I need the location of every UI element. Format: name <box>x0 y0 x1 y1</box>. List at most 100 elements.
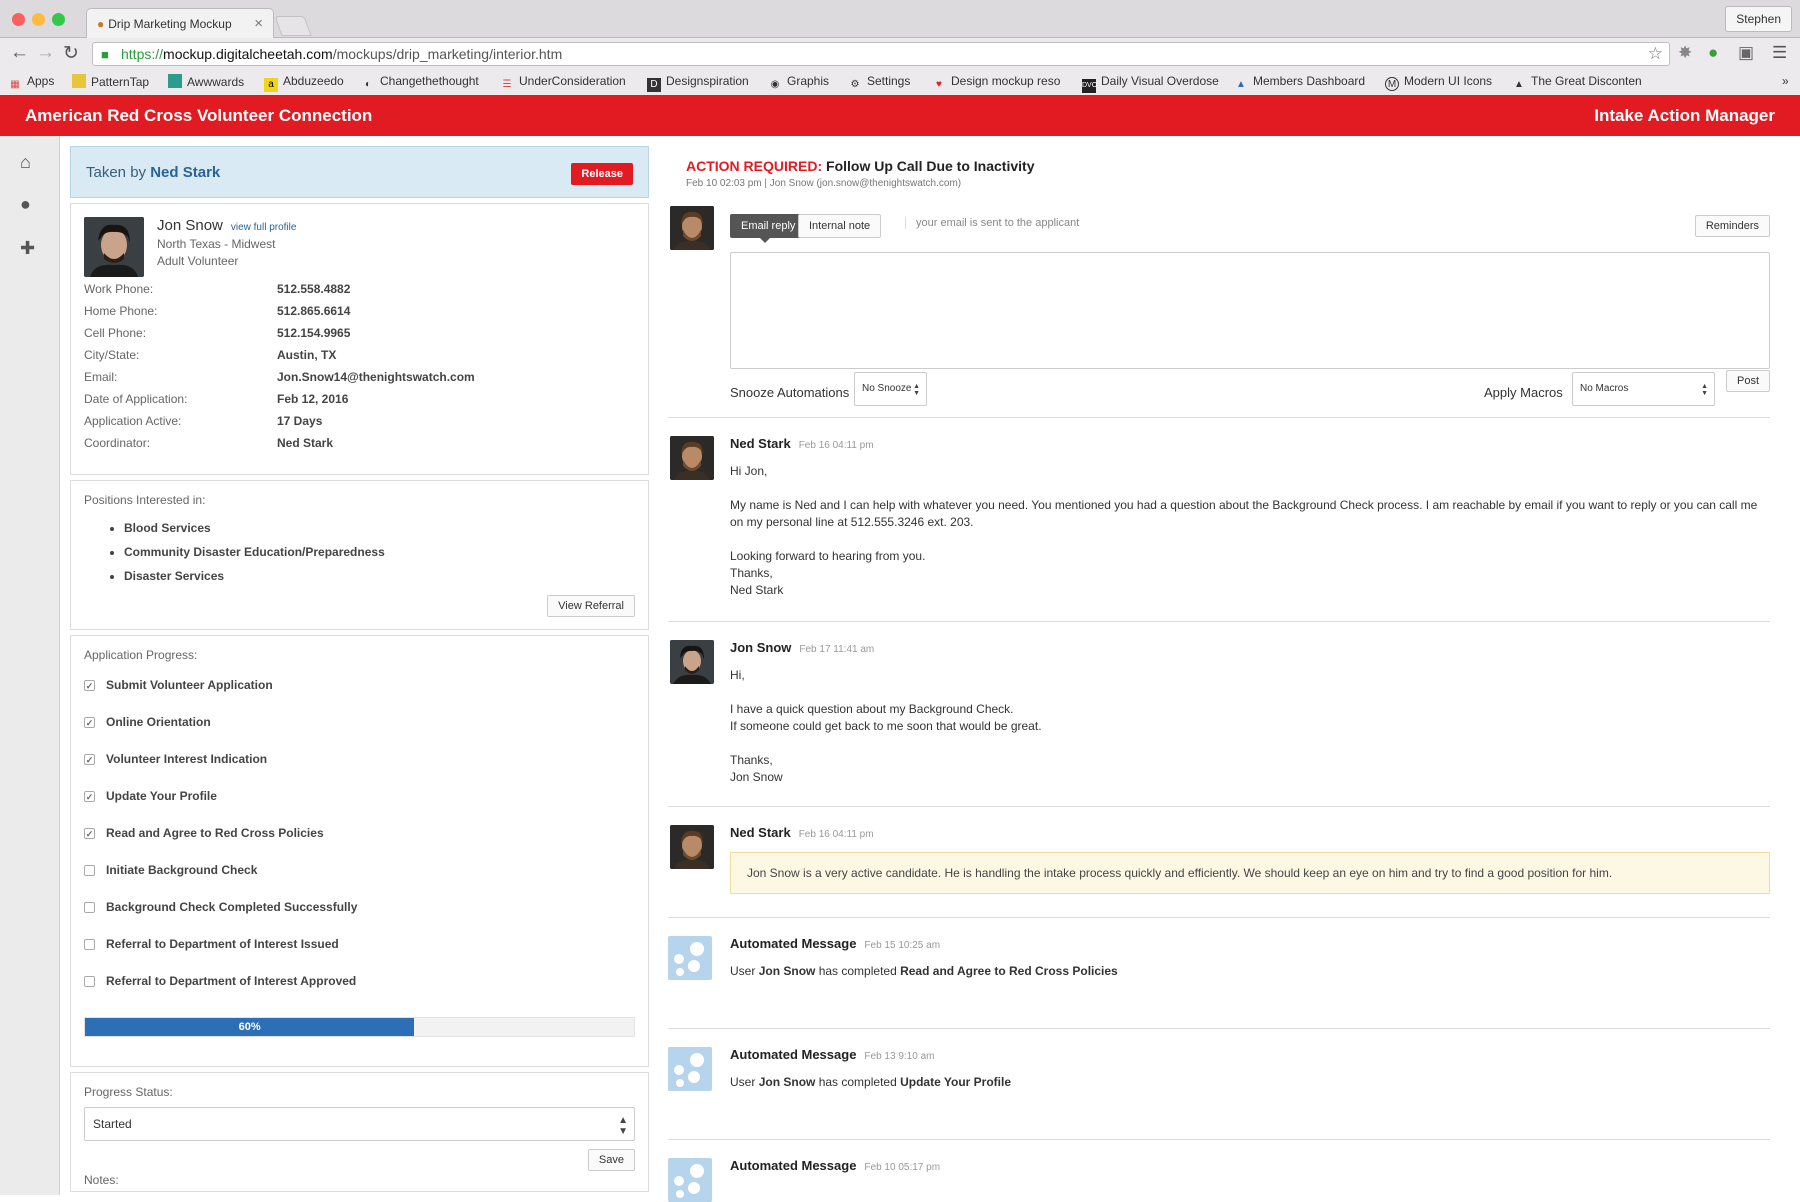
bookmarks-bar: ▦ Apps PatternTap Awwwards a Abduzeedo ◐ Ch… <box>0 70 1800 94</box>
save-button[interactable]: Save <box>587 1149 635 1171</box>
view-full-profile-link[interactable]: view full profile <box>231 222 297 233</box>
action-title: ACTION REQUIRED: Follow Up Call Due to I… <box>686 158 1770 174</box>
reminders-button[interactable]: Reminders <box>1694 215 1770 237</box>
bookmark-awwwards[interactable]: Awwwards <box>168 74 244 89</box>
close-tab-icon[interactable]: × <box>254 15 263 32</box>
bookmark-underconsideration[interactable]: ☰ UnderConsideration <box>500 74 626 92</box>
bookmark-great-disconten[interactable]: ▲ The Great Disconten <box>1512 74 1642 92</box>
navigation-row: ← → ↻ ■ https://mockup.digitalcheetah.com… <box>0 39 1800 69</box>
message-time: Feb 15 10:25 am <box>864 940 941 951</box>
internal-note-text: Jon Snow is a very active candidate. He … <box>730 852 1770 894</box>
internal-note-tab[interactable]: Internal note <box>798 214 882 238</box>
message-item: Jon Snow Feb 17 11:41 am Hi, I have a qui… <box>668 622 1770 807</box>
evernote-extension-icon[interactable]: ● <box>1708 43 1718 63</box>
message-time: Feb 13 9:10 am <box>864 1051 935 1062</box>
bookmarks-overflow[interactable]: » <box>1782 74 1789 88</box>
progress-status-select[interactable]: Started ▲ ▼ <box>84 1107 635 1141</box>
profile-button[interactable]: Stephen <box>1725 6 1792 32</box>
step-checkbox[interactable]: ✓ <box>84 791 95 802</box>
automated-message-item: Automated Message Feb 10 05:17 pm <box>668 1140 1770 1202</box>
step-label: Online Orientation <box>106 715 211 729</box>
bookmark-design-mockup[interactable]: ♥ Design mockup reso <box>932 74 1060 92</box>
compose-hint: your email is sent to the applicant <box>905 217 1079 229</box>
menu-icon[interactable]: ☰ <box>1772 43 1787 63</box>
bookmark-daily-visual-overdose[interactable]: DVO Daily Visual Overdose <box>1082 74 1219 93</box>
post-button[interactable]: Post <box>1725 370 1770 392</box>
snooze-select[interactable]: No Snooze ▲ ▼ <box>854 372 927 406</box>
awwwards-icon <box>168 74 182 88</box>
close-window-button[interactable] <box>12 13 25 26</box>
bookmark-apps[interactable]: ▦ Apps <box>8 74 54 92</box>
cast-icon[interactable]: ▣ <box>1738 43 1754 63</box>
abduzeedo-icon: a <box>264 78 278 92</box>
app-title[interactable]: American Red Cross Volunteer Connection <box>25 106 372 126</box>
step-checkbox[interactable]: ✓ <box>84 717 95 728</box>
message-body: User Jon Snow has completed Update Your … <box>730 1075 1011 1089</box>
message-time: Feb 16 04:11 pm <box>798 829 874 840</box>
bookmark-star-icon[interactable]: ☆ <box>1648 44 1663 64</box>
back-arrow-icon[interactable]: ← <box>10 42 29 64</box>
step-label: Background Check Completed Successfully <box>106 900 358 914</box>
message-time: Feb 10 05:17 pm <box>864 1162 941 1173</box>
macros-select[interactable]: No Macros ▲ ▼ <box>1572 372 1715 406</box>
bug-extension-icon[interactable]: ✸ <box>1678 43 1692 63</box>
progress-step: ✓ Volunteer Interest Indication <box>84 752 635 789</box>
step-label: Submit Volunteer Application <box>106 678 273 692</box>
step-checkbox[interactable] <box>84 865 95 876</box>
action-title-text: Follow Up Call Due to Inactivity <box>826 158 1035 174</box>
step-checkbox[interactable]: ✓ <box>84 754 95 765</box>
positions-title: Positions Interested in: <box>84 493 206 507</box>
bookmark-settings[interactable]: ⚙ Settings <box>848 74 911 92</box>
select-arrows-icon: ▲ ▼ <box>618 1115 628 1137</box>
progress-step: Initiate Background Check <box>84 863 635 900</box>
progress-bar-fill: 60% <box>85 1018 415 1036</box>
zoom-window-button[interactable] <box>52 13 65 26</box>
bookmark-changethethought[interactable]: ◐ Changethethought <box>361 74 479 92</box>
step-checkbox[interactable]: ✓ <box>84 680 95 691</box>
macros-label: Apply Macros <box>1484 385 1563 400</box>
message-body: User Jon Snow has completed Read and Agr… <box>730 964 1118 978</box>
step-checkbox[interactable]: ✓ <box>84 828 95 839</box>
message-author: Jon Snow <box>730 640 792 655</box>
detail-row: City/State: Austin, TX <box>84 348 337 362</box>
paw-icon: ● <box>97 17 105 31</box>
step-checkbox[interactable] <box>84 976 95 987</box>
home-icon[interactable]: ⌂ <box>20 152 31 173</box>
fox-icon: ▲ <box>1514 79 1524 90</box>
address-bar[interactable]: ■ https://mockup.digitalcheetah.com/mocku… <box>92 42 1670 66</box>
detail-row: Cell Phone: 512.154.9965 <box>84 326 351 340</box>
automated-bot-icon <box>668 1158 712 1202</box>
email-reply-tab[interactable]: Email reply <box>730 214 807 243</box>
bookmark-modern-ui-icons[interactable]: M Modern UI Icons <box>1385 74 1492 91</box>
step-checkbox[interactable] <box>84 939 95 950</box>
release-button[interactable]: Release <box>571 163 633 185</box>
ned-stark-avatar <box>670 825 714 869</box>
message-body: Hi, I have a quick question about my Bac… <box>730 668 1042 784</box>
detail-row: Coordinator: Ned Stark <box>84 436 334 450</box>
step-label: Read and Agree to Red Cross Policies <box>106 826 324 840</box>
step-checkbox[interactable] <box>84 902 95 913</box>
url-domain: mockup.digitalcheetah.com <box>163 46 333 62</box>
user-icon[interactable]: ● <box>20 194 31 215</box>
message-author: Automated Message <box>730 1158 857 1173</box>
move-icon[interactable]: ✚ <box>20 238 35 259</box>
bookmark-graphis[interactable]: ◉ Graphis <box>768 74 829 92</box>
view-referral-button[interactable]: View Referral <box>547 595 635 617</box>
message-time: Feb 16 04:11 pm <box>798 440 874 451</box>
bookmark-designspiration[interactable]: D Designspiration <box>647 74 749 92</box>
forward-arrow-icon[interactable]: → <box>36 42 55 64</box>
applicant-panel: Taken by Ned Stark Release Jon Snow view … <box>70 146 649 1192</box>
minimize-window-button[interactable] <box>32 13 45 26</box>
bookmark-abduzeedo[interactable]: a Abduzeedo <box>264 74 344 92</box>
taken-by-name: Ned Stark <box>150 164 221 181</box>
bookmark-patterntap[interactable]: PatternTap <box>72 74 149 89</box>
step-label: Referral to Department of Interest Appro… <box>106 974 357 988</box>
browser-tab[interactable]: ● Drip Marketing Mockup × <box>86 8 274 38</box>
new-tab-button[interactable] <box>274 16 312 36</box>
reload-icon[interactable]: ↻ <box>63 42 79 65</box>
reply-textarea[interactable] <box>730 252 1770 369</box>
tab-title: Drip Marketing Mockup <box>108 17 232 31</box>
bookmark-members-dashboard[interactable]: ▲ Members Dashboard <box>1234 74 1365 92</box>
sidebar: ⌂ ● ✚ <box>0 136 60 1195</box>
detail-row: Work Phone: 512.558.4882 <box>84 282 351 296</box>
